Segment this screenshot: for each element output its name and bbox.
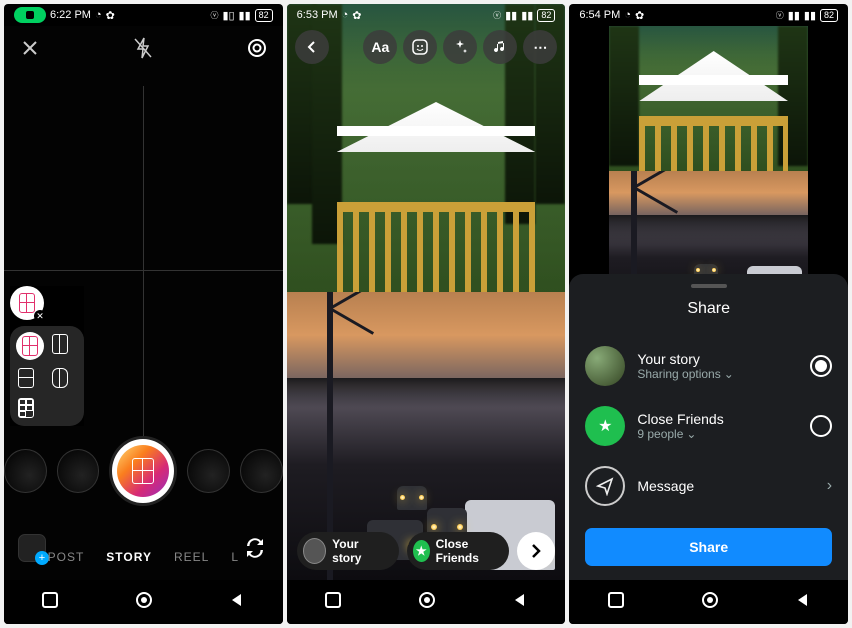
effect-thumb-4[interactable]: [240, 449, 283, 493]
grid-2x2-icon: [19, 293, 35, 313]
text-tool-button[interactable]: Aa: [363, 30, 397, 64]
mode-story[interactable]: STORY: [106, 550, 152, 564]
signal-icon: ▮▮: [788, 9, 800, 22]
your-story-label: Your story: [637, 351, 798, 367]
switch-camera-icon[interactable]: [241, 534, 269, 562]
chevron-down-icon: ⌄: [724, 367, 734, 381]
effect-thumb-3[interactable]: [187, 449, 230, 493]
volte-icon: ⓥ: [210, 10, 218, 21]
more-tools-icon[interactable]: ⋯: [523, 30, 557, 64]
home-icon[interactable]: [134, 590, 154, 615]
layout-mode-button[interactable]: ✕: [10, 286, 44, 320]
layout-selector-panel: ✕: [10, 286, 84, 426]
signal-icon-2: ▮▮: [239, 9, 251, 22]
layout-option-3x2[interactable]: [18, 398, 42, 418]
home-icon[interactable]: [417, 590, 437, 615]
layout-option-2-1[interactable]: [18, 368, 42, 388]
grid-icon: [132, 458, 154, 484]
status-time: 6:54 PM: [579, 9, 620, 21]
story-preview: [609, 26, 808, 316]
android-navbar: [287, 580, 566, 624]
status-time: 6:53 PM: [297, 9, 338, 21]
settings-status-icon: ✿: [352, 9, 361, 22]
whatsapp-icon: ◔: [624, 9, 631, 21]
settings-status-icon: ✿: [106, 9, 115, 22]
drag-handle[interactable]: [691, 284, 727, 288]
battery-icon: 82: [255, 9, 273, 22]
sharing-options-label[interactable]: Sharing options: [637, 367, 720, 381]
status-bar: 6:53 PM ◔✿ ⓥ ▮▮ ▮▮ 82: [287, 4, 566, 26]
avatar-icon: [585, 346, 625, 386]
volte-icon: ⓥ: [776, 10, 784, 21]
your-story-label: Your story: [332, 537, 385, 565]
share-button[interactable]: Share: [585, 528, 832, 566]
signal-icon: ▮▯: [222, 9, 234, 22]
your-story-radio[interactable]: [810, 355, 832, 377]
share-message-row[interactable]: Message ›: [585, 456, 832, 516]
sticker-tool-icon[interactable]: [403, 30, 437, 64]
effect-thumb-1[interactable]: [4, 449, 47, 493]
android-navbar: [569, 580, 848, 624]
signal-icon-2: ▮▮: [521, 9, 533, 22]
star-icon: ★: [413, 540, 430, 562]
your-story-button[interactable]: Your story: [297, 532, 399, 570]
layout-option-1-2[interactable]: [52, 334, 76, 358]
close-friends-label: Close Friends: [637, 411, 798, 427]
next-button[interactable]: [517, 532, 555, 570]
avatar-icon: [303, 538, 326, 564]
close-friends-radio[interactable]: [810, 415, 832, 437]
send-icon: [585, 466, 625, 506]
chevron-right-icon: ›: [827, 477, 832, 495]
volte-icon: ⓥ: [493, 10, 501, 21]
close-layout-icon[interactable]: ✕: [34, 310, 46, 322]
signal-icon-2: ▮▮: [804, 9, 816, 22]
phone-share-sheet: 6:54 PM ◔ ✿ ⓥ ▮▮ ▮▮ 82 Share Your story Shari…: [569, 4, 848, 624]
close-friends-count[interactable]: 9 people: [637, 427, 683, 441]
shutter-button[interactable]: [109, 436, 177, 506]
chevron-down-icon: ⌄: [686, 427, 696, 441]
share-your-story-row[interactable]: Your story Sharing options ⌄: [585, 336, 832, 396]
battery-icon: 82: [537, 9, 555, 22]
settings-status-icon: ✿: [635, 9, 644, 22]
recent-apps-icon[interactable]: [324, 591, 342, 614]
mode-post[interactable]: POST: [48, 550, 85, 564]
battery-icon: 82: [820, 9, 838, 22]
effects-tool-icon[interactable]: [443, 30, 477, 64]
sheet-title: Share: [585, 300, 832, 318]
star-icon: ★: [585, 406, 625, 446]
mode-reel[interactable]: REEL: [174, 550, 209, 564]
layout-option-1-1v[interactable]: [52, 368, 76, 388]
signal-icon: ▮▮: [505, 9, 517, 22]
recent-apps-icon[interactable]: [607, 591, 625, 614]
whatsapp-icon: ◔: [342, 9, 349, 21]
home-icon[interactable]: [700, 590, 720, 615]
status-bar: 6:54 PM ◔ ✿ ⓥ ▮▮ ▮▮ 82: [569, 4, 848, 26]
phone-story-editor: 6:53 PM ◔✿ ⓥ ▮▮ ▮▮ 82 Aa ⋯ Your story ★ Close…: [287, 4, 566, 624]
status-time: 6:22 PM: [50, 9, 91, 21]
flash-off-icon[interactable]: [129, 34, 157, 62]
music-tool-icon[interactable]: [483, 30, 517, 64]
gazebo-illustration: [337, 102, 536, 292]
effect-thumb-2[interactable]: [57, 449, 100, 493]
message-label: Message: [637, 478, 814, 494]
status-bar: 6:22 PM ◔ ✿ ⓥ ▮▯ ▮▮ 82: [4, 4, 283, 26]
android-navbar: [4, 580, 283, 624]
back-icon[interactable]: [795, 592, 811, 613]
share-bottom-sheet: Share Your story Sharing options ⌄ ★ Clos…: [569, 274, 848, 580]
close-icon[interactable]: [16, 34, 44, 62]
whatsapp-icon: ◔: [95, 9, 102, 21]
back-icon[interactable]: [229, 592, 245, 613]
close-friends-label: Close Friends: [436, 537, 496, 565]
back-icon[interactable]: [512, 592, 528, 613]
share-close-friends-row[interactable]: ★ Close Friends 9 people⌄: [585, 396, 832, 456]
mode-live[interactable]: L: [231, 550, 239, 564]
recent-apps-icon[interactable]: [41, 591, 59, 614]
close-friends-button[interactable]: ★ Close Friends: [407, 532, 509, 570]
back-arrow-icon[interactable]: [295, 30, 329, 64]
phone-camera-screen: 6:22 PM ◔ ✿ ⓥ ▮▯ ▮▮ 82 ✕: [4, 4, 283, 624]
layout-option-2x2[interactable]: [16, 332, 44, 360]
camera-indicator-icon: [14, 7, 46, 23]
settings-icon[interactable]: [243, 34, 271, 62]
